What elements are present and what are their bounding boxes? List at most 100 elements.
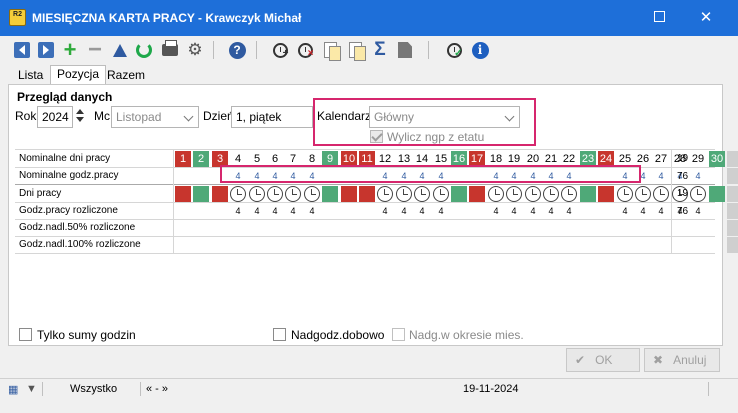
settled-hours-cell: 4 bbox=[530, 206, 536, 216]
grid-line bbox=[15, 219, 715, 220]
print-icon bbox=[162, 40, 178, 56]
day-1[interactable]: 1 bbox=[175, 151, 191, 167]
work-day-cell[interactable] bbox=[580, 186, 596, 202]
sum-button[interactable]: Σ bbox=[370, 40, 390, 60]
clock-icon[interactable] bbox=[525, 186, 541, 202]
clock-icon[interactable] bbox=[635, 186, 651, 202]
nav-prev-button[interactable] bbox=[12, 40, 32, 60]
help-button[interactable]: ? bbox=[227, 40, 247, 60]
info-button[interactable]: i bbox=[470, 40, 490, 60]
work-day-cell[interactable] bbox=[175, 186, 191, 202]
clock-icon[interactable] bbox=[377, 186, 393, 202]
maximize-button[interactable] bbox=[637, 4, 681, 32]
tab-pozycja[interactable]: Pozycja bbox=[50, 65, 107, 84]
monthly-overtime-checkbox[interactable] bbox=[392, 328, 405, 341]
sums-only-checkbox[interactable] bbox=[19, 328, 32, 341]
toolbar-separator bbox=[213, 41, 214, 59]
delete-time-icon: × bbox=[297, 42, 314, 58]
clock-icon[interactable] bbox=[488, 186, 504, 202]
work-day-cell[interactable] bbox=[451, 186, 467, 202]
nav-next-icon bbox=[38, 42, 54, 58]
close-button[interactable]: ✕ bbox=[684, 4, 728, 32]
wylicz-checkbox[interactable] bbox=[370, 130, 383, 143]
rok-label: Rok bbox=[15, 109, 37, 123]
hours-highlight-box bbox=[220, 165, 641, 183]
clock-icon[interactable] bbox=[617, 186, 633, 202]
clock-icon[interactable] bbox=[230, 186, 246, 202]
settings-button[interactable]: ⚙ bbox=[185, 40, 205, 60]
document-button[interactable] bbox=[395, 40, 415, 60]
ok-label: OK bbox=[595, 353, 613, 367]
clock-icon[interactable] bbox=[414, 186, 430, 202]
grey-cell bbox=[727, 203, 738, 219]
clock-check-button[interactable]: ✓ bbox=[444, 40, 464, 60]
remove-button[interactable]: − bbox=[85, 38, 105, 62]
settled-hours-cell: 4 bbox=[493, 206, 499, 216]
work-day-cell[interactable] bbox=[193, 186, 209, 202]
clock-icon[interactable] bbox=[285, 186, 301, 202]
print-button[interactable] bbox=[160, 40, 180, 60]
day-blank[interactable] bbox=[727, 151, 738, 167]
add-time-button[interactable]: + bbox=[270, 40, 290, 60]
day-input[interactable]: 1, piątek bbox=[231, 106, 313, 128]
settled-hours-cell: 4 bbox=[235, 206, 241, 216]
work-day-cell[interactable] bbox=[359, 186, 375, 202]
app-icon: R2 bbox=[9, 9, 26, 26]
month-select[interactable]: Listopad bbox=[111, 106, 199, 128]
row-total: 76 bbox=[677, 206, 689, 217]
add-button[interactable]: + bbox=[60, 39, 80, 61]
work-day-cell[interactable] bbox=[727, 186, 738, 202]
settled-hours-cell: 4 bbox=[254, 206, 260, 216]
refresh-icon bbox=[136, 42, 152, 58]
maximize-icon bbox=[653, 11, 665, 23]
day-27[interactable]: 27 bbox=[653, 151, 669, 167]
daily-overtime-checkbox[interactable] bbox=[273, 328, 286, 341]
settled-hours-cell: 4 bbox=[419, 206, 425, 216]
clock-icon[interactable] bbox=[653, 186, 669, 202]
clock-icon[interactable] bbox=[304, 186, 320, 202]
clock-icon[interactable] bbox=[561, 186, 577, 202]
nominal-hours-cell: 4 bbox=[658, 171, 664, 181]
clock-icon[interactable] bbox=[506, 186, 522, 202]
work-day-cell[interactable] bbox=[469, 186, 485, 202]
delta-button[interactable] bbox=[110, 40, 130, 60]
tab-razem[interactable]: Razem bbox=[101, 67, 151, 84]
rok-spinner[interactable] bbox=[73, 106, 87, 128]
paste-button[interactable] bbox=[345, 40, 366, 61]
copy-button[interactable] bbox=[320, 40, 341, 61]
clock-icon[interactable] bbox=[396, 186, 412, 202]
table-icon[interactable]: ▦ bbox=[8, 383, 18, 396]
status-separator bbox=[140, 382, 141, 396]
calendar-select[interactable]: Główny bbox=[369, 106, 520, 128]
work-day-cell[interactable] bbox=[598, 186, 614, 202]
ok-button[interactable]: ✔ OK bbox=[566, 348, 640, 372]
clock-icon[interactable] bbox=[543, 186, 559, 202]
day-2[interactable]: 2 bbox=[193, 151, 209, 167]
nav-next-button[interactable] bbox=[36, 40, 56, 60]
refresh-button[interactable] bbox=[134, 40, 154, 60]
work-day-cell[interactable] bbox=[709, 186, 725, 202]
filter-icon[interactable]: ▼ bbox=[26, 383, 37, 395]
settled-hours-cell: 4 bbox=[511, 206, 517, 216]
grid-line bbox=[15, 236, 715, 237]
day-29[interactable]: 29 bbox=[690, 151, 706, 167]
grid-line bbox=[15, 184, 715, 185]
clock-icon[interactable] bbox=[433, 186, 449, 202]
status-separator bbox=[42, 382, 43, 396]
row-total: 19 bbox=[677, 153, 689, 164]
clock-icon[interactable] bbox=[249, 186, 265, 202]
info-icon: i bbox=[471, 41, 489, 59]
sum-icon: Σ bbox=[374, 39, 386, 60]
work-day-cell[interactable] bbox=[341, 186, 357, 202]
work-day-cell[interactable] bbox=[212, 186, 228, 202]
delete-time-button[interactable]: × bbox=[295, 40, 315, 60]
tab-lista[interactable]: Lista bbox=[12, 67, 49, 84]
clock-icon[interactable] bbox=[267, 186, 283, 202]
clock-icon[interactable] bbox=[690, 186, 706, 202]
work-day-cell[interactable] bbox=[322, 186, 338, 202]
day-30[interactable]: 30 bbox=[709, 151, 725, 167]
cancel-button[interactable]: ✖ Anuluj bbox=[644, 348, 720, 372]
tab-bar: Lista Pozycja Razem bbox=[0, 65, 738, 84]
rok-input[interactable]: 2024 bbox=[37, 106, 73, 128]
status-separator bbox=[708, 382, 709, 396]
